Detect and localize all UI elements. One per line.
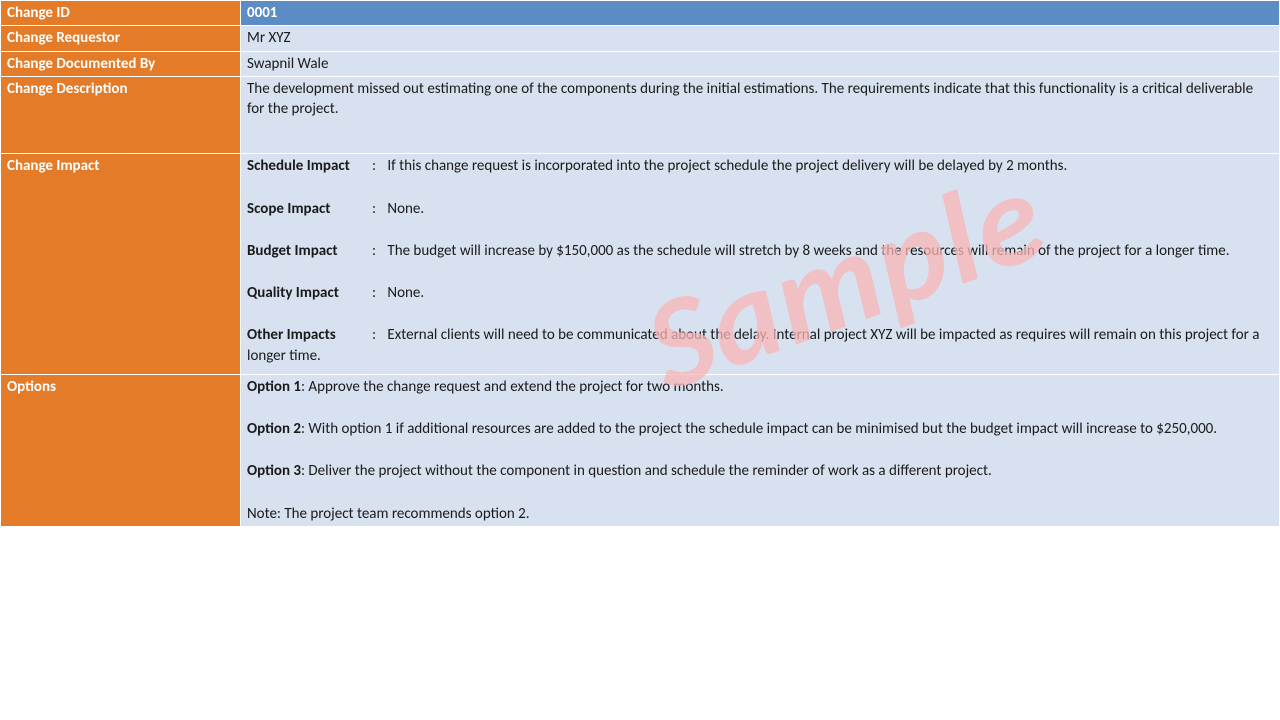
impact-item-text: The budget will increase by $150,000 as … <box>384 242 1230 260</box>
impact-item-name: Scope Impact <box>247 199 372 219</box>
impact-item: Quality Impact: None. <box>247 283 1273 303</box>
label-options: Options <box>1 374 241 526</box>
impact-item: Scope Impact: None. <box>247 199 1273 219</box>
impact-item-text: None. <box>384 284 424 302</box>
row-options: Options Option 1: Approve the change req… <box>1 374 1280 526</box>
impact-item-name: Other Impacts <box>247 325 372 345</box>
row-impact: Change Impact Schedule Impact: If this c… <box>1 154 1280 375</box>
value-impact: Schedule Impact: If this change request … <box>241 154 1280 375</box>
option-text: : With option 1 if additional resources … <box>301 420 1217 438</box>
impact-item-text: If this change request is incorporated i… <box>384 157 1067 175</box>
value-requestor: Mr XYZ <box>241 26 1280 51</box>
option-name: Option 3 <box>247 462 301 480</box>
label-requestor: Change Requestor <box>1 26 241 51</box>
value-change-id: 0001 <box>241 1 1280 26</box>
options-note: Note: The project team recommends option… <box>247 504 1273 524</box>
change-request-table: Change ID 0001 Change Requestor Mr XYZ C… <box>0 0 1280 527</box>
value-description: The development missed out estimating on… <box>241 76 1280 154</box>
impact-item: Schedule Impact: If this change request … <box>247 156 1273 176</box>
label-impact: Change Impact <box>1 154 241 375</box>
label-change-id: Change ID <box>1 1 241 26</box>
row-documented-by: Change Documented By Swapnil Wale <box>1 51 1280 76</box>
colon: : <box>372 199 384 219</box>
option-item: Option 3: Deliver the project without th… <box>247 461 1273 481</box>
impact-item-text: External clients will need to be communi… <box>247 326 1259 364</box>
row-change-id: Change ID 0001 <box>1 1 1280 26</box>
impact-item: Budget Impact: The budget will increase … <box>247 241 1273 261</box>
colon: : <box>372 241 384 261</box>
label-documented-by: Change Documented By <box>1 51 241 76</box>
impact-item: Other Impacts: External clients will nee… <box>247 325 1273 366</box>
option-item: Option 1: Approve the change request and… <box>247 377 1273 397</box>
colon: : <box>372 156 384 176</box>
row-requestor: Change Requestor Mr XYZ <box>1 26 1280 51</box>
option-name: Option 2 <box>247 420 301 438</box>
value-documented-by: Swapnil Wale <box>241 51 1280 76</box>
impact-item-name: Quality Impact <box>247 283 372 303</box>
colon: : <box>372 325 384 345</box>
option-text: : Deliver the project without the compon… <box>301 462 992 480</box>
value-options: Option 1: Approve the change request and… <box>241 374 1280 526</box>
row-description: Change Description The development misse… <box>1 76 1280 154</box>
option-text: : Approve the change request and extend … <box>301 378 724 396</box>
label-description: Change Description <box>1 76 241 154</box>
impact-item-name: Schedule Impact <box>247 156 372 176</box>
option-name: Option 1 <box>247 378 301 396</box>
impact-item-name: Budget Impact <box>247 241 372 261</box>
option-item: Option 2: With option 1 if additional re… <box>247 419 1273 439</box>
colon: : <box>372 283 384 303</box>
impact-item-text: None. <box>384 200 424 218</box>
